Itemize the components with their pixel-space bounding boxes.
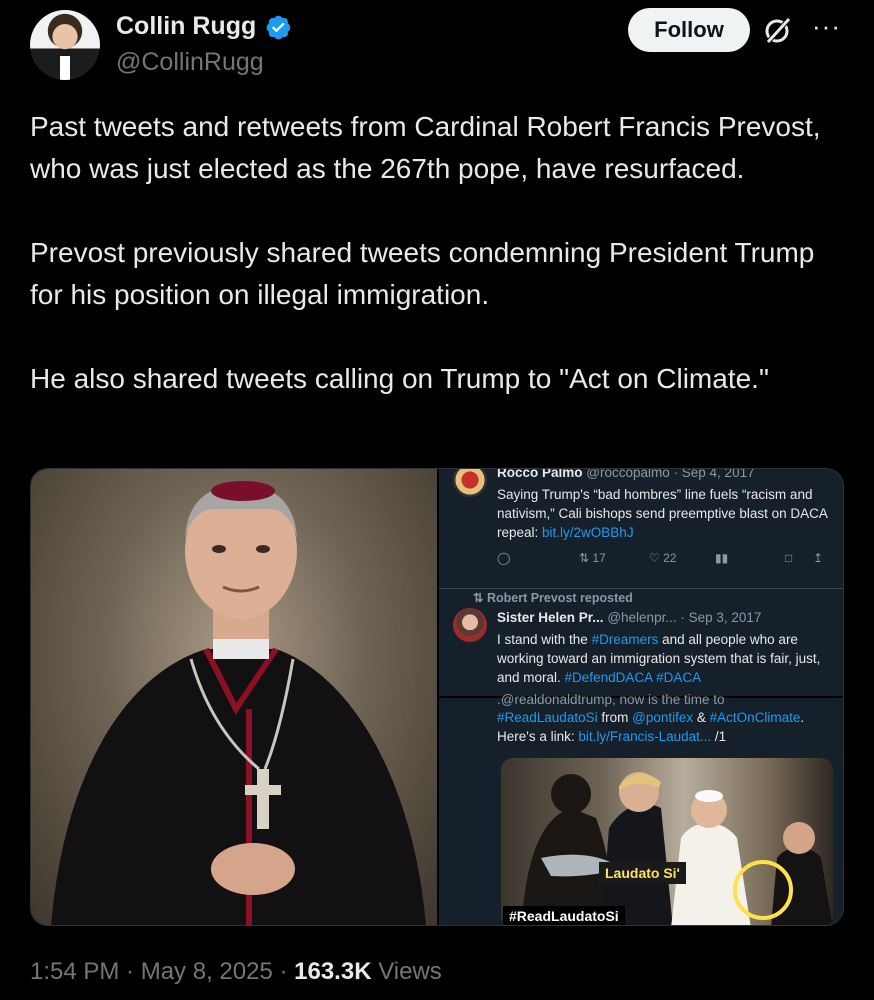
laudato-text-amp: &	[693, 710, 710, 725]
rocco-avatar	[453, 469, 487, 497]
tweet-media[interactable]: Rocco Palmo @roccopalmo · Sep 4, 2017 Sa…	[30, 468, 844, 926]
author-name[interactable]: Collin Rugg	[116, 12, 256, 41]
rocco-link[interactable]: bit.ly/2wOBBhJ	[542, 525, 634, 540]
trump-pope-photo[interactable]: Laudato Si' #ReadLaudatoSi	[501, 758, 833, 925]
views-label: Views	[378, 958, 442, 985]
cardinal-portrait-image[interactable]	[31, 469, 437, 925]
trump-pope-drawing	[521, 772, 833, 925]
actonclimate-tag[interactable]: #ActOnClimate	[710, 710, 801, 725]
laudato-si-label: Laudato Si'	[599, 862, 686, 884]
retweet-icon[interactable]: ⇅ 17	[579, 551, 606, 565]
tweet-time[interactable]: 1:54 PM	[30, 958, 119, 985]
embedded-tweet-rocco[interactable]: Rocco Palmo @roccopalmo · Sep 4, 2017 Sa…	[439, 468, 843, 589]
bookmark-icon[interactable]: □	[785, 551, 792, 565]
helen-text-1: I stand with the	[497, 632, 592, 647]
share-icon[interactable]: ↥	[813, 551, 823, 565]
laudato-text-from: from	[597, 710, 633, 725]
more-icon[interactable]: ···	[812, 13, 844, 44]
helen-header: Sister Helen Pr... @helenpr... · Sep 3, …	[497, 610, 761, 625]
pontifex-mention[interactable]: @pontifex	[632, 710, 693, 725]
helen-avatar	[453, 608, 487, 642]
daca-tags[interactable]: #DefendDACA #DACA	[565, 670, 702, 685]
tweet-meta: 1:54 PM · May 8, 2025 · 163.3K Views	[30, 958, 442, 985]
verified-badge-icon	[266, 15, 291, 39]
grok-icon[interactable]	[762, 14, 794, 46]
tweet-text: Past tweets and retweets from Cardinal R…	[30, 106, 850, 400]
tweet-paragraph-1: Past tweets and retweets from Cardinal R…	[30, 111, 821, 184]
laudato-text-end: .	[800, 710, 805, 725]
author-avatar[interactable]	[30, 10, 100, 80]
embedded-tweets-panel: Rocco Palmo @roccopalmo · Sep 4, 2017 Sa…	[439, 468, 843, 925]
tweet-paragraph-2: Prevost previously shared tweets condemn…	[30, 237, 815, 310]
laudato-link-suffix: /1	[711, 729, 727, 744]
repost-line: ⇅ Robert Prevost reposted	[473, 591, 633, 605]
rocco-actions: ◯ ⇅ 17 ♡ 22 ▮▮ □ ↥	[497, 551, 837, 569]
dreamers-tag[interactable]: #Dreamers	[592, 632, 659, 647]
tweet-paragraph-3: He also shared tweets calling on Trump t…	[30, 363, 769, 394]
analytics-icon[interactable]: ▮▮	[715, 551, 728, 565]
reply-icon[interactable]: ◯	[497, 551, 510, 565]
rocco-meta: @roccopalmo · Sep 4, 2017	[586, 468, 755, 480]
author-handle[interactable]: @CollinRugg	[116, 48, 264, 77]
rocco-name: Rocco Palmo	[497, 468, 583, 480]
laudato-link[interactable]: bit.ly/Francis-Laudat...	[578, 729, 711, 744]
follow-button[interactable]: Follow	[628, 8, 750, 52]
like-icon[interactable]: ♡ 22	[649, 551, 676, 565]
laudato-cut-line: .@realdonaldtrump, now is the time to	[497, 692, 725, 707]
embedded-tweet-laudato[interactable]: .@realdonaldtrump, now is the time to #R…	[439, 692, 843, 925]
readlaudatosi-label: #ReadLaudatoSi	[503, 906, 625, 925]
rocco-header: Rocco Palmo @roccopalmo · Sep 4, 2017	[497, 468, 755, 480]
author-name-row[interactable]: Collin Rugg	[116, 12, 292, 41]
helen-meta: @helenpr... · Sep 3, 2017	[607, 610, 762, 625]
laudato-link-prefix: Here's a link:	[497, 729, 579, 744]
laudato-body: #ReadLaudatoSi from @pontifex & #ActOnCl…	[497, 708, 833, 746]
readlaudatosi-tag[interactable]: #ReadLaudatoSi	[497, 710, 598, 725]
retweet-count: 17	[592, 551, 606, 565]
helen-name: Sister Helen Pr...	[497, 610, 604, 625]
embedded-tweet-helen[interactable]: ⇅ Robert Prevost reposted Sister Helen P…	[439, 590, 843, 694]
cardinal-portrait-drawing	[51, 481, 426, 925]
repost-text: Robert Prevost reposted	[486, 591, 633, 605]
like-count: 22	[663, 551, 677, 565]
tweet-date[interactable]: May 8, 2025	[141, 958, 273, 985]
views-count: 163.3K	[294, 958, 372, 985]
helen-body: I stand with the #Dreamers and all peopl…	[497, 630, 833, 687]
rocco-body: Saying Trump's “bad hombres” line fuels …	[497, 485, 833, 542]
